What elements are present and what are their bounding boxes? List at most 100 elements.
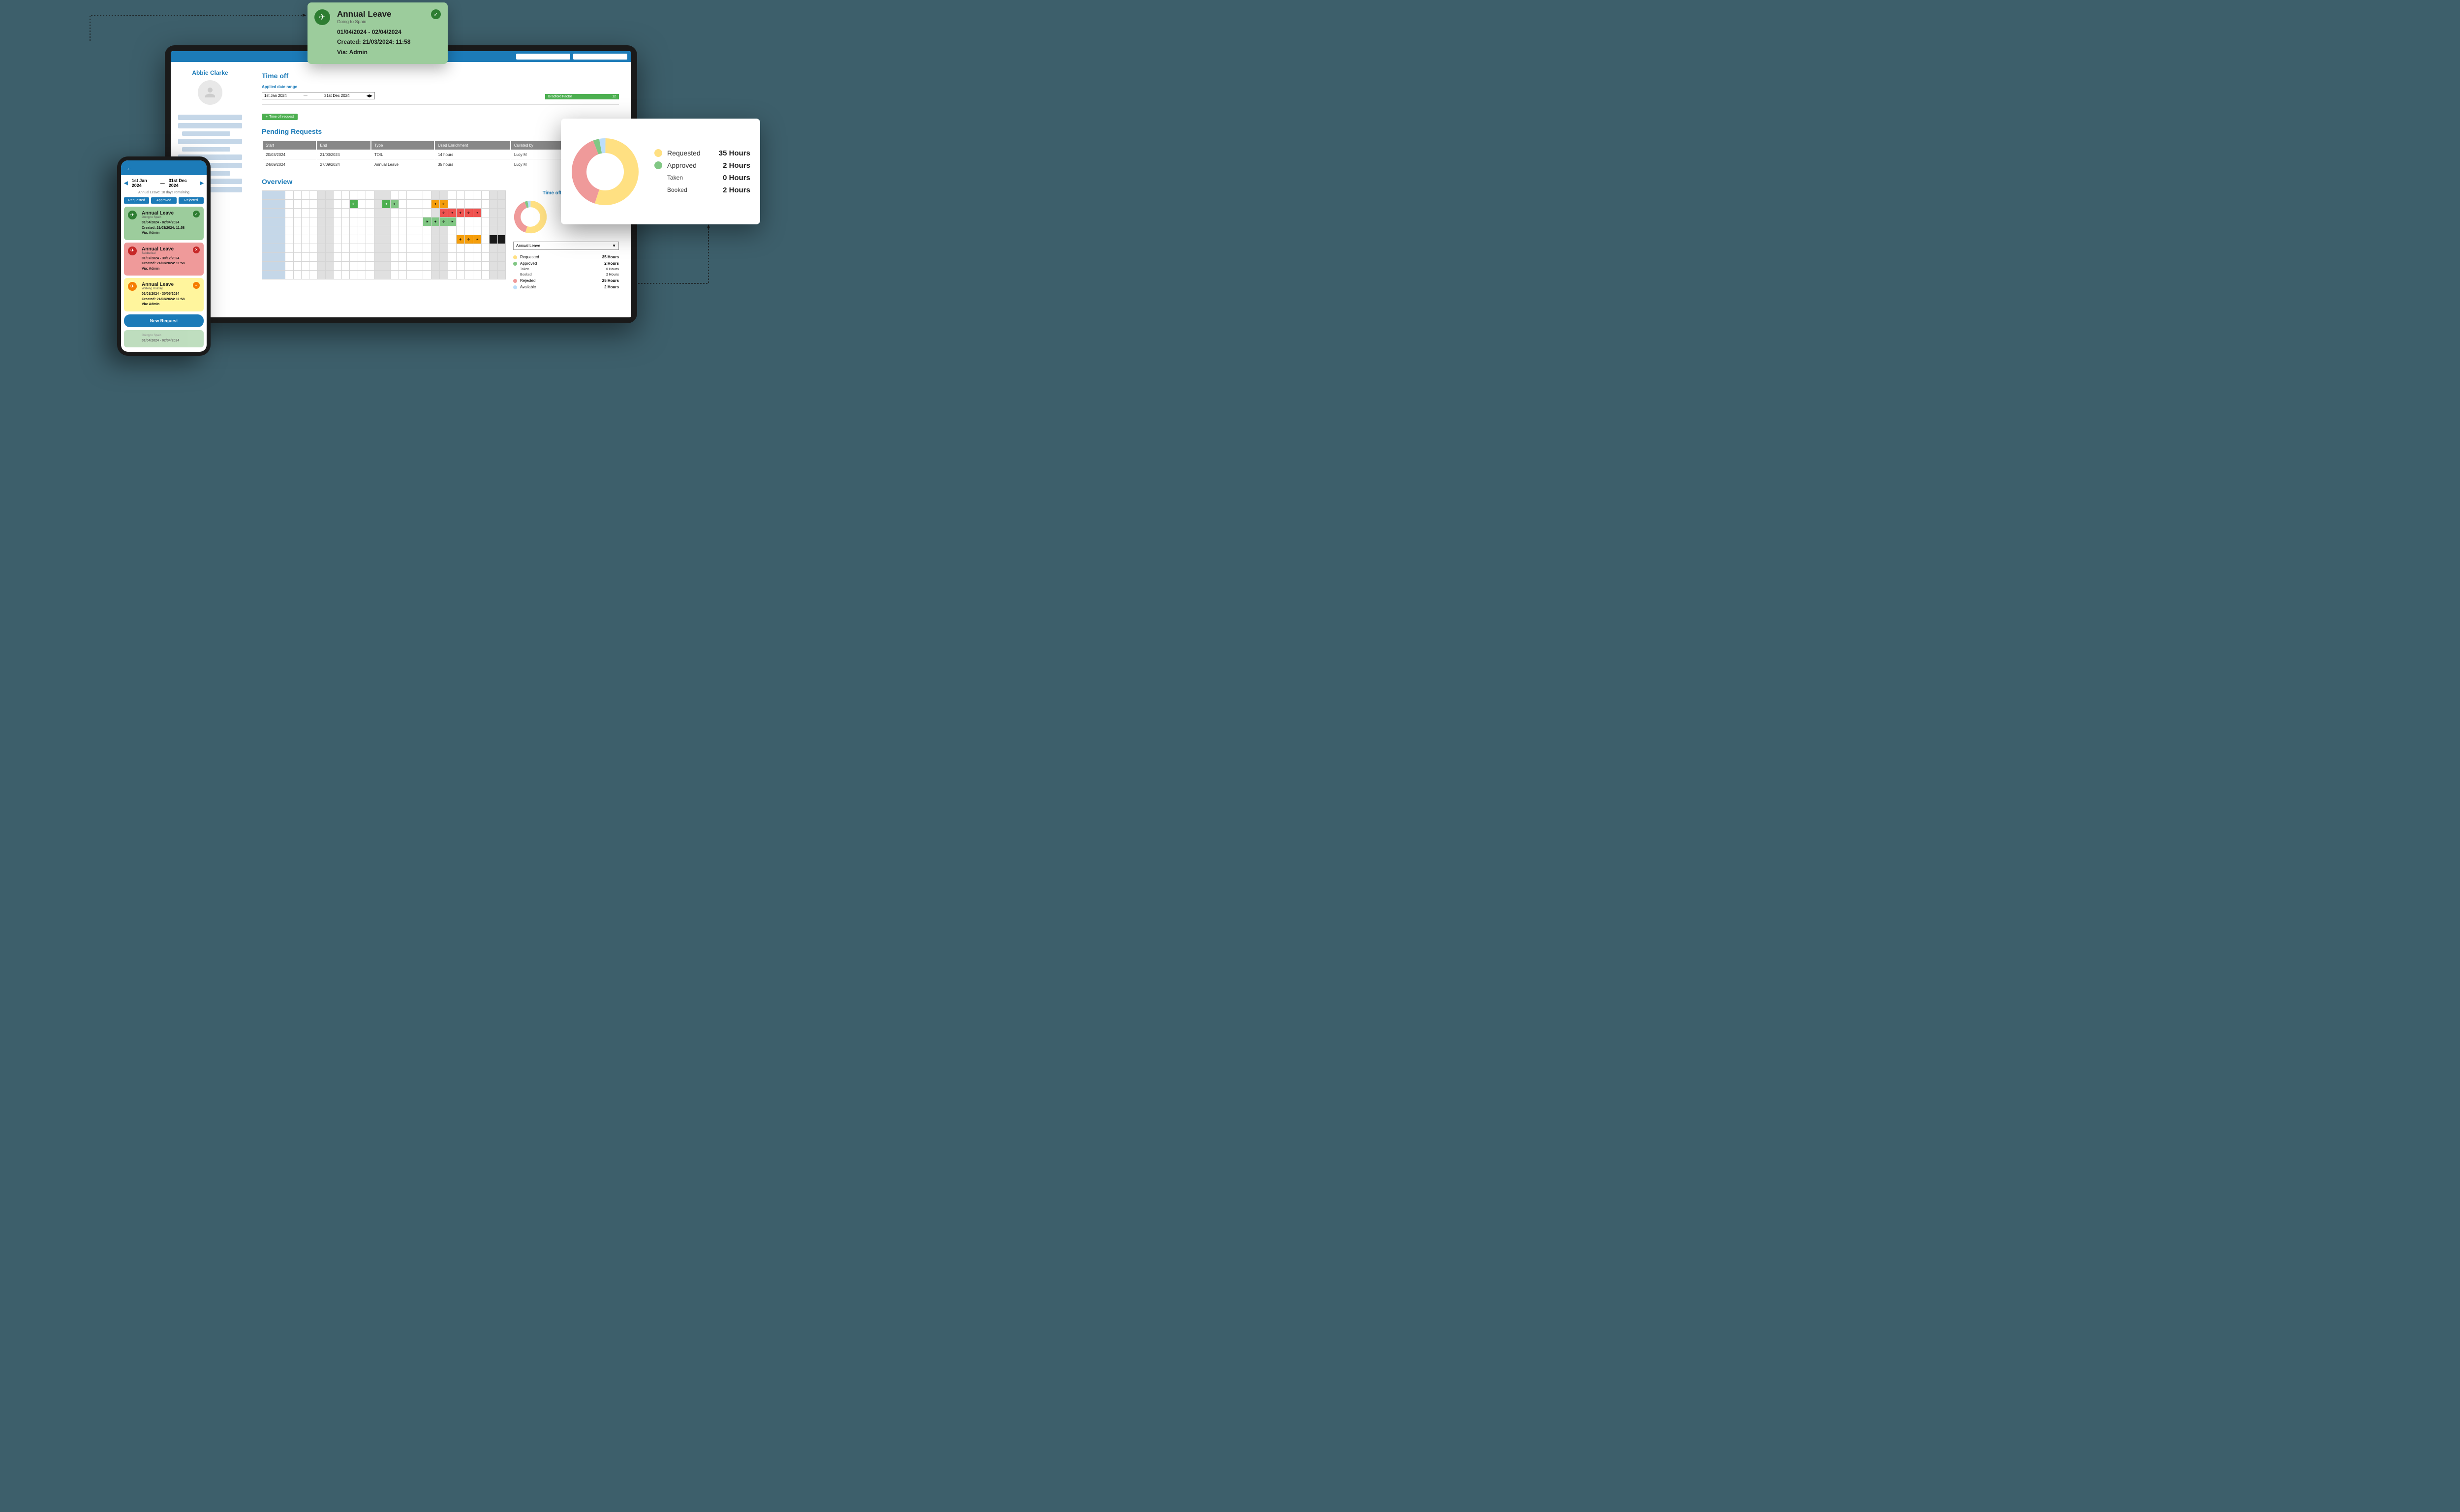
calendar-cell[interactable] xyxy=(341,253,349,262)
calendar-cell[interactable] xyxy=(382,226,391,235)
calendar-cell[interactable]: ✈ xyxy=(456,235,464,244)
header-btn-2[interactable] xyxy=(573,54,627,60)
calendar-cell[interactable] xyxy=(490,244,497,253)
calendar-cell[interactable] xyxy=(309,262,317,271)
calendar-cell[interactable] xyxy=(448,191,457,200)
calendar-cell[interactable] xyxy=(407,244,415,253)
calendar-cell[interactable] xyxy=(440,262,448,271)
calendar-cell[interactable] xyxy=(490,271,497,279)
calendar-cell[interactable] xyxy=(399,244,407,253)
calendar-cell[interactable] xyxy=(326,244,334,253)
calendar-cell[interactable] xyxy=(481,217,489,226)
calendar-cell[interactable] xyxy=(374,226,382,235)
calendar-cell[interactable] xyxy=(366,262,374,271)
calendar-cell[interactable] xyxy=(423,191,431,200)
calendar-cell[interactable] xyxy=(407,191,415,200)
calendar-cell[interactable] xyxy=(358,235,366,244)
calendar-cell[interactable] xyxy=(301,191,309,200)
calendar-cell[interactable] xyxy=(285,226,293,235)
calendar-cell[interactable] xyxy=(431,226,440,235)
calendar-cell[interactable] xyxy=(374,271,382,279)
calendar-cell[interactable] xyxy=(350,209,358,217)
calendar-cell[interactable] xyxy=(374,217,382,226)
calendar-cell[interactable] xyxy=(448,244,457,253)
calendar-cell[interactable] xyxy=(448,235,457,244)
sidebar-nav-item[interactable] xyxy=(178,139,242,144)
date-range-selector[interactable]: 1st Jan 2024 — 31st Dec 2024 ◀▶ xyxy=(262,92,375,99)
calendar-cell[interactable] xyxy=(415,209,423,217)
calendar-cell[interactable] xyxy=(490,209,497,217)
calendar-cell[interactable] xyxy=(407,262,415,271)
calendar-cell[interactable] xyxy=(431,253,440,262)
calendar-cell[interactable] xyxy=(301,217,309,226)
calendar-cell[interactable] xyxy=(497,226,506,235)
calendar-cell[interactable] xyxy=(440,235,448,244)
chevron-right-icon[interactable]: ▶ xyxy=(200,181,204,186)
calendar-cell[interactable] xyxy=(423,253,431,262)
calendar-cell[interactable] xyxy=(382,191,391,200)
calendar-cell[interactable] xyxy=(285,191,293,200)
calendar-cell[interactable] xyxy=(317,209,325,217)
calendar-cell[interactable] xyxy=(301,262,309,271)
calendar-cell[interactable] xyxy=(301,253,309,262)
calendar-cell[interactable] xyxy=(481,235,489,244)
calendar-cell[interactable] xyxy=(415,226,423,235)
sidebar-nav-item[interactable] xyxy=(182,131,230,136)
calendar-cell[interactable] xyxy=(309,271,317,279)
calendar-cell[interactable] xyxy=(350,253,358,262)
calendar-cell[interactable] xyxy=(301,271,309,279)
calendar-cell[interactable] xyxy=(423,235,431,244)
calendar-cell[interactable] xyxy=(334,235,341,244)
calendar-cell[interactable] xyxy=(431,262,440,271)
tab-rejected[interactable]: Rejected xyxy=(179,197,204,204)
calendar-cell[interactable] xyxy=(317,244,325,253)
calendar-cell[interactable]: ✈ xyxy=(456,209,464,217)
calendar-cell[interactable] xyxy=(456,262,464,271)
calendar-cell[interactable] xyxy=(473,244,481,253)
calendar-cell[interactable] xyxy=(317,253,325,262)
calendar-cell[interactable] xyxy=(285,209,293,217)
calendar-cell[interactable] xyxy=(440,244,448,253)
calendar-cell[interactable] xyxy=(490,226,497,235)
calendar-cell[interactable] xyxy=(334,226,341,235)
calendar-cell[interactable] xyxy=(391,191,399,200)
calendar-cell[interactable] xyxy=(326,191,334,200)
calendar-cell[interactable] xyxy=(431,244,440,253)
calendar-cell[interactable] xyxy=(366,209,374,217)
calendar-cell[interactable] xyxy=(350,262,358,271)
calendar-cell[interactable]: ✈ xyxy=(382,200,391,209)
calendar-cell[interactable] xyxy=(301,235,309,244)
calendar-cell[interactable]: ✈ xyxy=(440,217,448,226)
calendar-cell[interactable] xyxy=(317,235,325,244)
calendar-cell[interactable] xyxy=(382,217,391,226)
avatar[interactable] xyxy=(198,80,222,105)
calendar-cell[interactable] xyxy=(382,262,391,271)
calendar-cell[interactable] xyxy=(366,271,374,279)
calendar-cell[interactable] xyxy=(334,191,341,200)
calendar-cell[interactable] xyxy=(374,191,382,200)
calendar-cell[interactable] xyxy=(301,200,309,209)
calendar-cell[interactable] xyxy=(415,253,423,262)
calendar-cell[interactable] xyxy=(423,226,431,235)
calendar-cell[interactable] xyxy=(334,253,341,262)
leave-card[interactable]: ✈ − Annual Leave Walking Holiday 01/01/2… xyxy=(124,278,204,311)
calendar-cell[interactable] xyxy=(334,200,341,209)
calendar-cell[interactable] xyxy=(407,200,415,209)
calendar-cell[interactable] xyxy=(309,209,317,217)
calendar-cell[interactable] xyxy=(423,262,431,271)
tab-approved[interactable]: Approved xyxy=(151,197,176,204)
calendar-cell[interactable] xyxy=(448,262,457,271)
calendar-cell[interactable] xyxy=(326,217,334,226)
calendar-cell[interactable] xyxy=(358,253,366,262)
calendar-cell[interactable] xyxy=(456,271,464,279)
calendar-cell[interactable] xyxy=(473,191,481,200)
calendar-cell[interactable] xyxy=(490,217,497,226)
calendar-cell[interactable] xyxy=(358,217,366,226)
calendar-cell[interactable] xyxy=(399,209,407,217)
calendar-cell[interactable] xyxy=(423,209,431,217)
calendar-cell[interactable] xyxy=(481,262,489,271)
calendar-cell[interactable] xyxy=(293,235,301,244)
calendar-cell[interactable] xyxy=(374,209,382,217)
calendar-cell[interactable] xyxy=(464,217,473,226)
calendar-cell[interactable] xyxy=(415,217,423,226)
